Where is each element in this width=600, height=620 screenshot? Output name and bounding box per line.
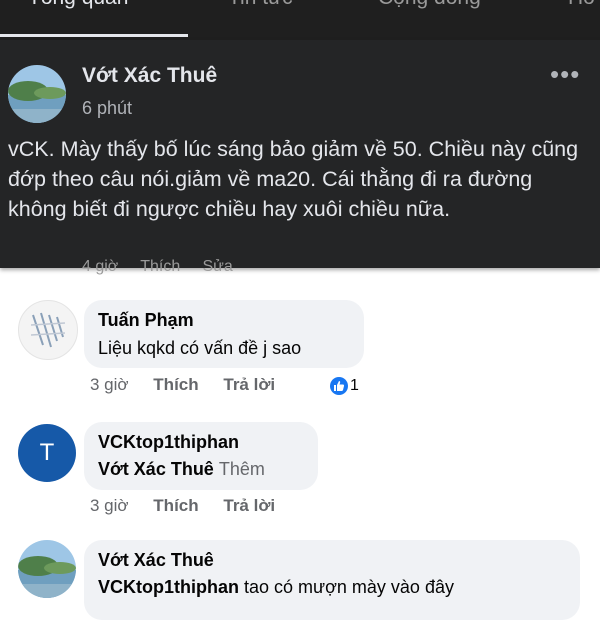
avatar-letter: T <box>39 439 55 466</box>
reply-button[interactable]: Trả lời <box>223 496 275 515</box>
comment-time[interactable]: 3 giờ <box>90 375 129 394</box>
tab-overview[interactable]: Tổng quan <box>28 0 128 10</box>
comment-author[interactable]: Vớt Xác Thuê <box>98 550 214 571</box>
comment-time[interactable]: 3 giờ <box>90 496 129 515</box>
comment-author[interactable]: Tuấn Phạm <box>98 310 194 331</box>
post-card: Vớt Xác Thuê 6 phút ••• vCK. Mày thấy bố… <box>0 40 600 268</box>
reaction-summary[interactable]: 1 <box>330 377 359 395</box>
comment-text: Liệu kqkd có vấn đề j sao <box>98 338 302 358</box>
comment-body: VCKtop1thiphan tao có mượn mày vào đây <box>98 577 454 598</box>
comment-avatar[interactable]: T <box>18 424 76 482</box>
comment-tag-line: Vớt Xác Thuê Thêm <box>98 459 265 480</box>
comment-avatar[interactable] <box>18 300 78 360</box>
more-horizontal-icon[interactable]: ••• <box>550 61 580 87</box>
comment-author[interactable]: VCKtop1thiphan <box>98 432 239 453</box>
post-author-avatar[interactable] <box>8 65 66 123</box>
see-more-link[interactable]: Thêm <box>219 459 265 479</box>
ghost-time: 4 giờ <box>82 258 119 275</box>
tab-news[interactable]: Tin tức <box>228 0 293 10</box>
comment-avatar[interactable] <box>18 540 76 598</box>
active-tab-indicator <box>0 34 188 37</box>
comment-actions: 3 giờ Thích Trả lời <box>90 496 295 516</box>
like-button[interactable]: Thích <box>153 496 198 515</box>
comment-bubble: Tuấn Phạm Liệu kqkd có vấn đề j sao <box>84 300 364 368</box>
reply-button[interactable]: Trả lời <box>223 375 275 394</box>
post-author-name[interactable]: Vớt Xác Thuê <box>82 64 217 88</box>
comment-bubble: Vớt Xác Thuê VCKtop1thiphan tao có mượn … <box>84 540 580 620</box>
mention-tag[interactable]: VCKtop1thiphan <box>98 577 239 597</box>
post-timestamp[interactable]: 6 phút <box>82 98 132 119</box>
post-text: vCK. Mày thấy bố lúc sáng bảo giảm về 50… <box>8 137 579 221</box>
ghost-like[interactable]: Thích <box>140 258 180 275</box>
comment-text: tao có mượn mày vào đây <box>244 577 454 597</box>
tab-more[interactable]: Ho <box>568 0 595 10</box>
like-button[interactable]: Thích <box>153 375 198 394</box>
tab-community[interactable]: Cộng đồng <box>378 0 481 10</box>
like-icon <box>330 377 348 395</box>
ghost-action-row: 4 giờ Thích Sửa <box>82 258 233 276</box>
mention-tag[interactable]: Vớt Xác Thuê <box>98 459 214 479</box>
tab-bar: Tổng quan Tin tức Cộng đồng Ho <box>0 0 600 40</box>
comment-actions: 3 giờ Thích Trả lời <box>90 375 295 395</box>
reaction-count: 1 <box>350 377 359 394</box>
ghost-edit[interactable]: Sửa <box>202 258 232 275</box>
comment-bubble: VCKtop1thiphan Vớt Xác Thuê Thêm <box>84 422 318 490</box>
